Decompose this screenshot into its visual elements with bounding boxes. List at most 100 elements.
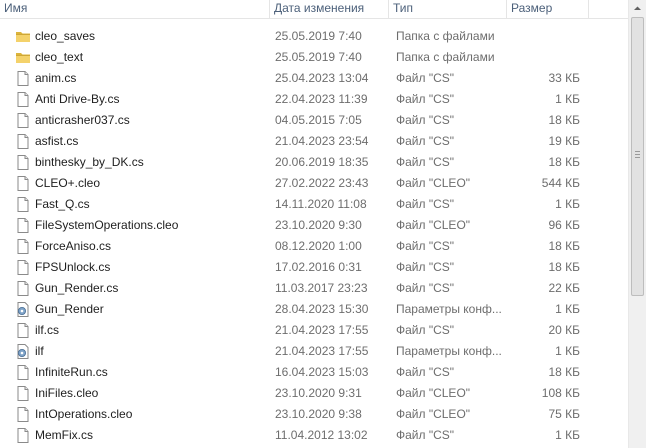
folder-row[interactable]: cleo_text 25.05.2019 7:40 Папка с файлами [0,47,628,68]
file-date: 25.04.2023 13:04 [275,71,369,85]
file-type: Файл "CLEO" [396,218,471,232]
file-type: Файл "CLEO" [396,407,471,421]
file-row[interactable]: ForceAniso.cs 08.12.2020 1:00 Файл "CS" 18 … [0,236,628,257]
file-name: ilf [35,344,44,358]
file-icon [15,406,31,423]
file-row[interactable]: Fast_Q.cs 14.11.2020 11:08 Файл "CS" 1 КБ [0,194,628,215]
file-row[interactable]: IniFiles.cleo 23.10.2020 9:31 Файл "CLEO" 1… [0,383,628,404]
file-date: 20.06.2019 18:35 [275,155,369,169]
file-size: 1 КБ [555,428,580,442]
file-date: 11.03.2017 23:23 [275,281,368,295]
file-row[interactable]: ilf 21.04.2023 17:55 Параметры конф... 1 КБ [0,341,628,362]
file-size: 18 КБ [548,260,580,274]
file-icon [15,70,31,87]
file-row[interactable]: asfist.cs 21.04.2023 23:54 Файл "CS" 19 КБ [0,131,628,152]
file-icon [15,154,31,171]
file-row[interactable]: InfiniteRun.cs 16.04.2023 15:03 Файл "CS" 1… [0,362,628,383]
file-icon [15,364,31,381]
scroll-grip-line [635,151,640,152]
file-name: binthesky_by_DK.cs [35,155,144,169]
file-icon [15,196,31,213]
file-icon [15,427,31,444]
file-date: 25.05.2019 7:40 [275,50,362,64]
file-size: 33 КБ [548,71,580,85]
file-size: 22 КБ [548,281,580,295]
file-date: 11.04.2012 13:02 [275,428,368,442]
file-size: 1 КБ [555,92,580,106]
file-name: FileSystemOperations.cleo [35,218,179,232]
settings-file-icon [15,343,31,360]
file-icon [15,133,31,150]
file-name: cleo_saves [35,29,96,43]
folder-icon [15,28,31,45]
file-type: Файл "CS" [396,197,455,211]
file-icon [15,322,31,339]
file-type: Файл "CS" [396,71,455,85]
file-type: Файл "CLEO" [396,176,471,190]
file-size: 1 КБ [555,197,580,211]
file-icon [15,259,31,276]
column-header-filler [589,0,628,18]
column-header-size[interactable]: Размер [507,0,589,18]
file-icon [15,385,31,402]
file-row[interactable]: MemFix.cs 11.04.2012 13:02 Файл "CS" 1 КБ [0,425,628,446]
file-type: Файл "CS" [396,281,455,295]
file-type: Файл "CS" [396,323,455,337]
file-type: Файл "CS" [396,428,455,442]
file-type: Файл "CS" [396,260,455,274]
file-name: Anti Drive-By.cs [35,92,120,106]
column-header-bar: Имя Дата изменения Тип Размер [0,0,628,19]
file-name: Gun_Render [35,302,104,316]
file-row[interactable]: IntOperations.cleo 23.10.2020 9:38 Файл "C… [0,404,628,425]
file-name: cleo_text [35,50,84,64]
file-icon [15,112,31,129]
settings-file-icon [15,301,31,318]
file-date: 23.10.2020 9:30 [275,218,362,232]
file-type: Файл "CS" [396,239,455,253]
file-icon [15,217,31,234]
file-name: anticrasher037.cs [35,113,130,127]
file-type: Файл "CS" [396,113,455,127]
file-row[interactable]: FPSUnlock.cs 17.02.2016 0:31 Файл "CS" 18 К… [0,257,628,278]
file-type: Файл "CS" [396,134,455,148]
file-name: InfiniteRun.cs [35,365,108,379]
scroll-grip-line [635,157,640,158]
file-row[interactable]: FileSystemOperations.cleo 23.10.2020 9:30… [0,215,628,236]
file-size: 1 КБ [555,302,580,316]
file-size: 108 КБ [541,386,580,400]
file-type: Файл "CLEO" [396,386,471,400]
file-size: 18 КБ [548,365,580,379]
file-row[interactable]: Gun_Render 28.04.2023 15:30 Параметры конф… [0,299,628,320]
file-row[interactable]: anim.cs 25.04.2023 13:04 Файл "CS" 33 КБ [0,68,628,89]
file-date: 27.02.2022 23:43 [275,176,369,190]
file-date: 08.12.2020 1:00 [275,239,362,253]
folder-row[interactable]: cleo_saves 25.05.2019 7:40 Папка с файлами [0,26,628,47]
file-size: 75 КБ [548,407,580,421]
file-date: 23.10.2020 9:31 [275,386,362,400]
file-row[interactable]: ilf.cs 21.04.2023 17:55 Файл "CS" 20 КБ [0,320,628,341]
vertical-scrollbar[interactable] [628,0,646,448]
scroll-up-arrow-icon[interactable] [629,0,646,17]
file-name: IniFiles.cleo [35,386,99,400]
file-icon [15,238,31,255]
file-date: 23.10.2020 9:38 [275,407,362,421]
file-type: Файл "CS" [396,365,455,379]
column-header-date[interactable]: Дата изменения [270,0,389,18]
file-row[interactable]: CLEO+.cleo 27.02.2022 23:43 Файл "CLEO" 544… [0,173,628,194]
file-type: Параметры конф... [396,344,502,358]
folder-icon [15,49,31,66]
scroll-thumb[interactable] [631,17,644,296]
file-row[interactable]: Anti Drive-By.cs 22.04.2023 11:39 Файл "CS… [0,89,628,110]
file-date: 04.05.2015 7:05 [275,113,362,127]
file-date: 21.04.2023 23:54 [275,134,369,148]
file-name: Fast_Q.cs [35,197,90,211]
file-row[interactable]: binthesky_by_DK.cs 20.06.2019 18:35 Файл "… [0,152,628,173]
file-date: 21.04.2023 17:55 [275,344,369,358]
file-name: asfist.cs [35,134,79,148]
file-size: 18 КБ [548,113,580,127]
column-header-name[interactable]: Имя [0,0,270,18]
file-type: Папка с файлами [396,29,495,43]
file-row[interactable]: anticrasher037.cs 04.05.2015 7:05 Файл "CS… [0,110,628,131]
column-header-type[interactable]: Тип [389,0,507,18]
file-row[interactable]: Gun_Render.cs 11.03.2017 23:23 Файл "CS" 22… [0,278,628,299]
